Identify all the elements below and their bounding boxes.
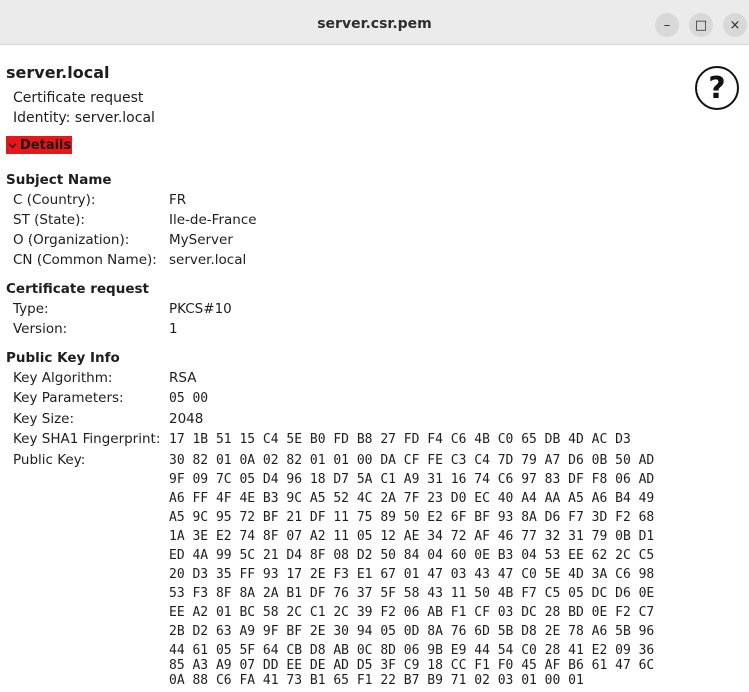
minimize-button[interactable]: – bbox=[655, 13, 679, 37]
key-size-label: Key Size: bbox=[13, 411, 75, 427]
sha1-fingerprint-value: 17 1B 51 15 C4 5E B0 FD B8 27 FD F4 C6 4… bbox=[169, 432, 631, 447]
subject-section-title: Subject Name bbox=[6, 172, 112, 188]
window-titlebar[interactable]: server.csr.pem – □ × bbox=[0, 0, 749, 45]
public-key-line: 2B D2 63 A9 9F BF 2E 30 94 05 0D 8A 76 6… bbox=[169, 624, 655, 639]
window-title: server.csr.pem bbox=[317, 16, 432, 32]
key-size-value: 2048 bbox=[169, 411, 204, 427]
common-name-value: server.local bbox=[169, 252, 247, 268]
country-value: FR bbox=[169, 192, 187, 208]
public-key-line: 85 A3 A9 07 DD EE DE AD D5 3F C9 18 CC F… bbox=[169, 658, 655, 673]
key-parameters-value: 05 00 bbox=[169, 391, 209, 406]
organization-label: O (Organization): bbox=[13, 232, 130, 248]
key-algorithm-label: Key Algorithm: bbox=[13, 370, 113, 386]
state-value: Ile-de-France bbox=[169, 212, 257, 228]
public-key-line: 30 82 01 0A 02 82 01 01 00 DA CF FE C3 C… bbox=[169, 453, 655, 468]
request-section-title: Certificate request bbox=[6, 281, 149, 297]
public-key-line: 44 61 05 5F 64 CB D8 AB 0C 8D 06 9B E9 4… bbox=[169, 643, 655, 658]
public-key-line: ED 4A 99 5C 21 D4 8F 08 D2 50 84 04 60 0… bbox=[169, 548, 655, 563]
type-value: PKCS#10 bbox=[169, 301, 232, 317]
public-key-line: 1A 3E E2 74 8F 07 A2 11 05 12 AE 34 72 A… bbox=[169, 529, 655, 544]
help-icon[interactable]: ? bbox=[695, 66, 739, 110]
maximize-button[interactable]: □ bbox=[689, 13, 713, 37]
certificate-heading: server.local bbox=[6, 63, 110, 82]
key-parameters-label: Key Parameters: bbox=[13, 390, 124, 406]
version-label: Version: bbox=[13, 321, 68, 337]
close-button[interactable]: × bbox=[723, 13, 747, 37]
details-label: Details bbox=[20, 137, 72, 153]
public-key-label: Public Key: bbox=[13, 452, 86, 468]
public-key-line: A5 9C 95 72 BF 21 DF 11 75 89 50 E2 6F B… bbox=[169, 510, 655, 525]
maximize-icon: □ bbox=[694, 17, 708, 33]
close-icon: × bbox=[729, 17, 741, 33]
key-algorithm-value: RSA bbox=[169, 370, 197, 386]
public-key-line: 9F 09 7C 05 D4 96 18 D7 5A C1 A9 31 16 7… bbox=[169, 472, 655, 487]
details-expander[interactable]: Details bbox=[6, 136, 72, 154]
public-key-line: EE A2 01 BC 58 2C C1 2C 39 F2 06 AB F1 C… bbox=[169, 605, 655, 620]
public-key-line: A6 FF 4F 4E B3 9C A5 52 4C 2A 7F 23 D0 E… bbox=[169, 491, 655, 506]
sha1-fingerprint-label: Key SHA1 Fingerprint: bbox=[13, 431, 161, 447]
country-label: C (Country): bbox=[13, 192, 96, 208]
pubkey-section-title: Public Key Info bbox=[6, 350, 120, 366]
public-key-line: 20 D3 35 FF 93 17 2E F3 E1 67 01 47 03 4… bbox=[169, 567, 655, 582]
type-label: Type: bbox=[13, 301, 49, 317]
organization-value: MyServer bbox=[169, 232, 233, 248]
common-name-label: CN (Common Name): bbox=[13, 252, 157, 268]
chevron-down-icon bbox=[8, 142, 17, 148]
public-key-line: 53 F3 8F 8A 2A B1 DF 76 37 5F 58 43 11 5… bbox=[169, 586, 655, 601]
version-value: 1 bbox=[169, 321, 178, 337]
state-label: ST (State): bbox=[13, 212, 85, 228]
public-key-line: 0A 88 C6 FA 41 73 B1 65 F1 22 B7 B9 71 0… bbox=[169, 673, 584, 688]
identity-line: Identity: server.local bbox=[13, 110, 155, 126]
certificate-type-line: Certificate request bbox=[13, 90, 144, 106]
minimize-icon: – bbox=[663, 17, 671, 33]
